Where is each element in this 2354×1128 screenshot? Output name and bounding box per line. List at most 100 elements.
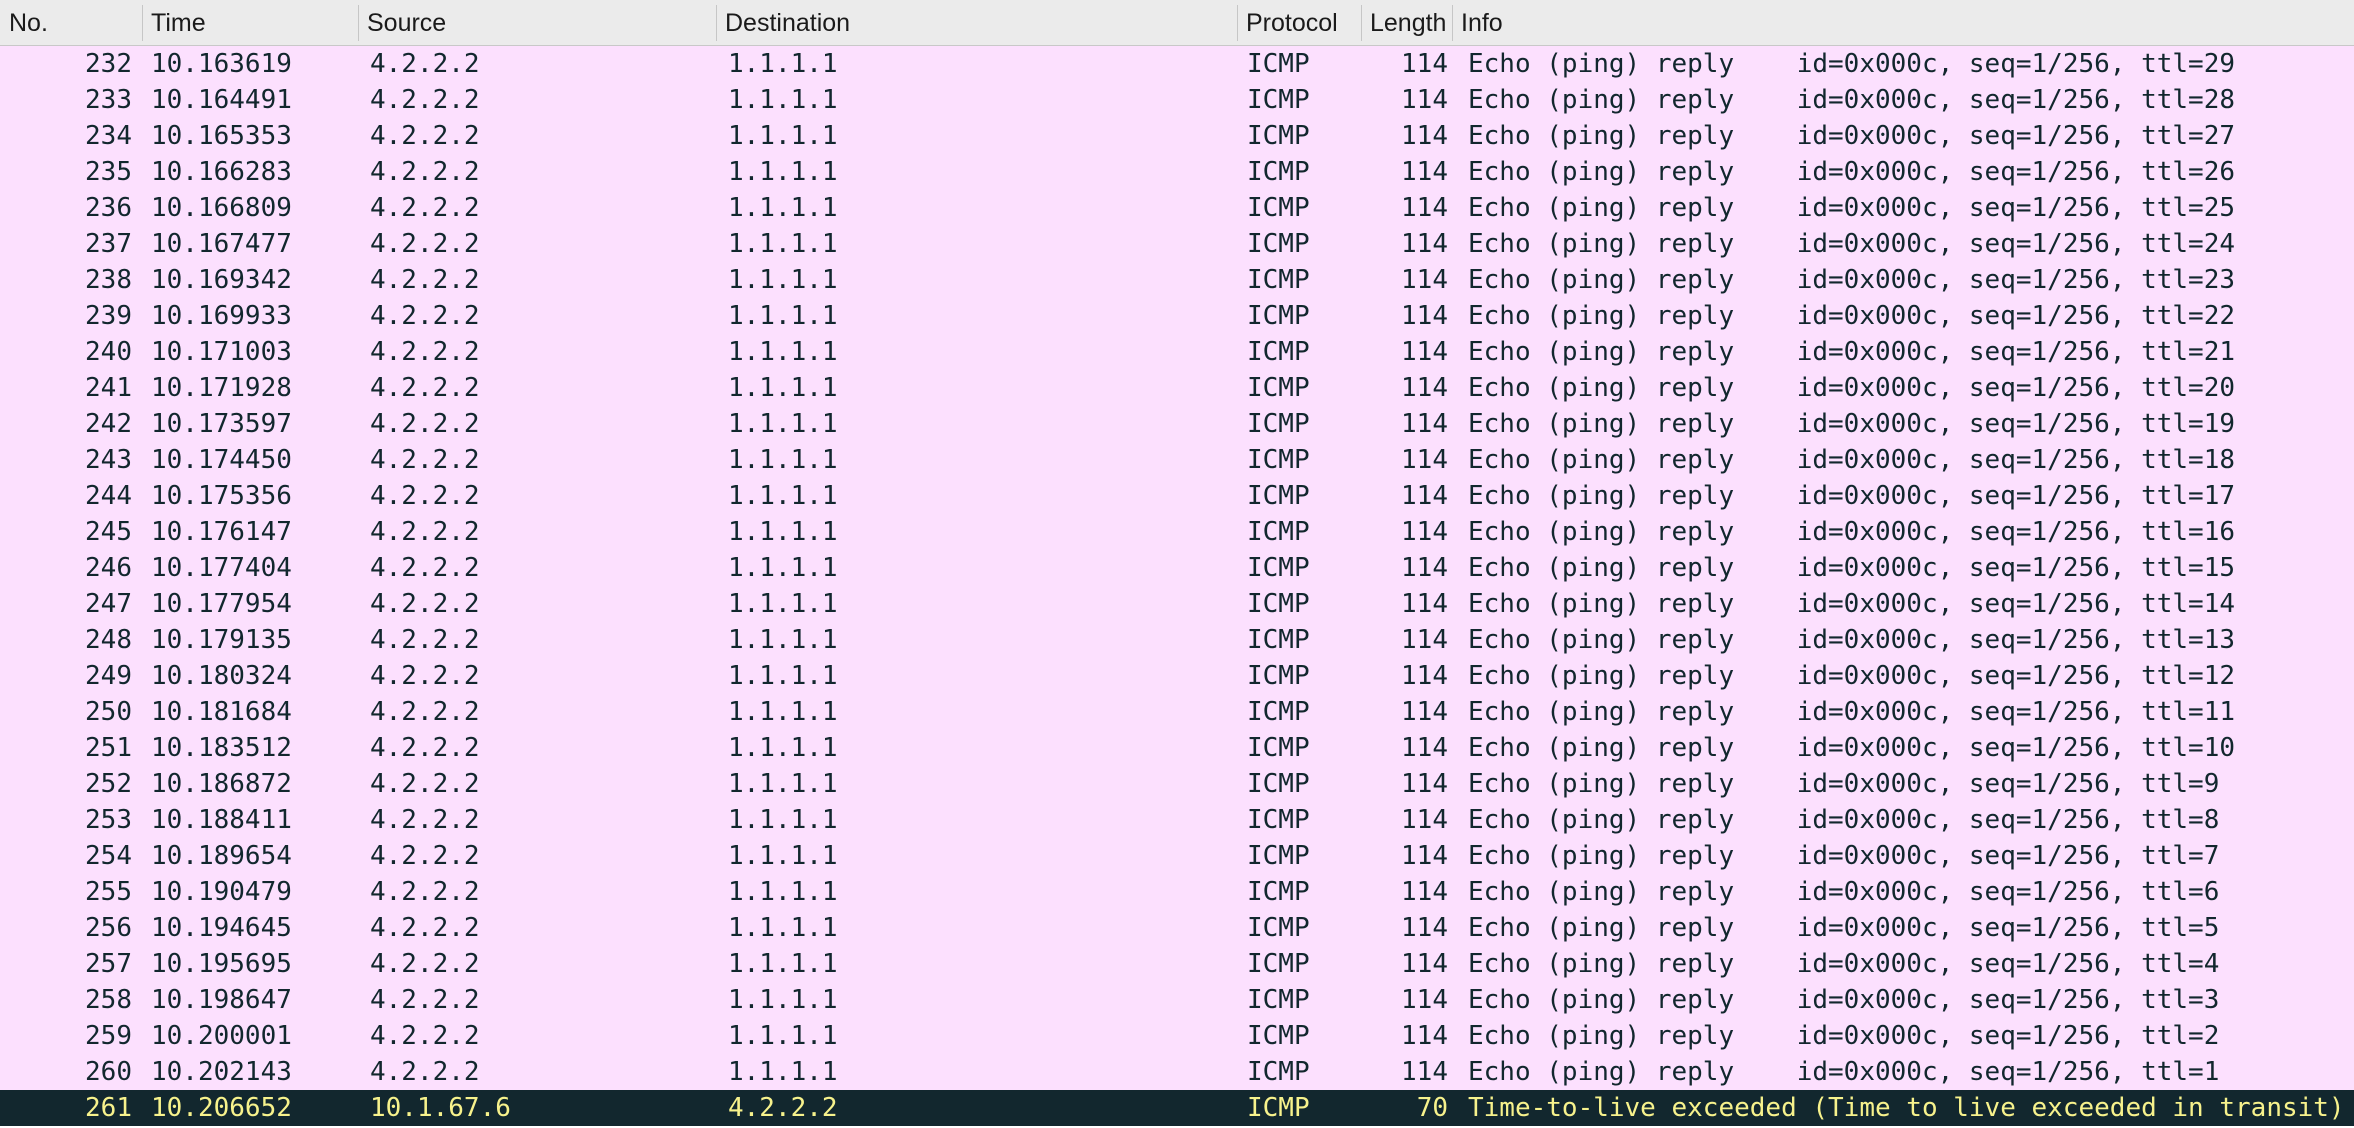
- packet-number: 241: [85, 373, 132, 403]
- table-row[interactable]: 251 10.183512 4.2.2.2 1.1.1.1 ICMP 114 Echo (p…: [0, 730, 2354, 766]
- packet-destination: 1.1.1.1: [728, 1021, 838, 1051]
- packet-time: 10.176147: [151, 517, 292, 547]
- packet-destination: 1.1.1.1: [728, 805, 838, 835]
- packet-protocol: ICMP: [1247, 1021, 1310, 1051]
- packet-list[interactable]: No. Time Source Destination Protocol Len…: [0, 0, 2354, 1128]
- table-row[interactable]: 232 10.163619 4.2.2.2 1.1.1.1 ICMP 114 Echo (p…: [0, 46, 2354, 82]
- packet-length: 114: [1401, 1021, 1448, 1051]
- table-row[interactable]: 237 10.167477 4.2.2.2 1.1.1.1 ICMP 114 Echo (p…: [0, 226, 2354, 262]
- table-row[interactable]: 234 10.165353 4.2.2.2 1.1.1.1 ICMP 114 Echo (p…: [0, 118, 2354, 154]
- packet-info: Echo (ping) reply id=0x000c, seq=1/256, …: [1468, 1021, 2220, 1051]
- packet-protocol: ICMP: [1247, 589, 1310, 619]
- packet-destination: 1.1.1.1: [728, 265, 838, 295]
- table-row[interactable]: 249 10.180324 4.2.2.2 1.1.1.1 ICMP 114 Echo (p…: [0, 658, 2354, 694]
- packet-time: 10.179135: [151, 625, 292, 655]
- packet-protocol: ICMP: [1247, 625, 1310, 655]
- packet-time: 10.163619: [151, 49, 292, 79]
- packet-length: 114: [1401, 121, 1448, 151]
- table-row[interactable]: 253 10.188411 4.2.2.2 1.1.1.1 ICMP 114 Echo (p…: [0, 802, 2354, 838]
- packet-info: Echo (ping) reply id=0x000c, seq=1/256, …: [1468, 337, 2236, 367]
- table-row-selected[interactable]: 261 10.206652 10.1.67.6 4.2.2.2 ICMP 70 Time-t…: [0, 1090, 2354, 1126]
- packet-source: 4.2.2.2: [370, 481, 480, 511]
- packet-info: Echo (ping) reply id=0x000c, seq=1/256, …: [1468, 85, 2236, 115]
- column-header-no[interactable]: No.: [0, 0, 142, 46]
- table-row[interactable]: 240 10.171003 4.2.2.2 1.1.1.1 ICMP 114 Echo (p…: [0, 334, 2354, 370]
- packet-protocol: ICMP: [1247, 553, 1310, 583]
- packet-time: 10.188411: [151, 805, 292, 835]
- packet-info: Echo (ping) reply id=0x000c, seq=1/256, …: [1468, 769, 2220, 799]
- column-header-time[interactable]: Time: [142, 0, 358, 46]
- packet-source: 4.2.2.2: [370, 733, 480, 763]
- packet-destination: 1.1.1.1: [728, 157, 838, 187]
- packet-destination: 1.1.1.1: [728, 373, 838, 403]
- packet-number: 236: [85, 193, 132, 223]
- packet-info: Echo (ping) reply id=0x000c, seq=1/256, …: [1468, 193, 2236, 223]
- packet-rows: 232 10.163619 4.2.2.2 1.1.1.1 ICMP 114 Echo (p…: [0, 46, 2354, 1128]
- packet-info: Echo (ping) reply id=0x000c, seq=1/256, …: [1468, 49, 2236, 79]
- packet-info: Echo (ping) reply id=0x000c, seq=1/256, …: [1468, 157, 2236, 187]
- table-row[interactable]: 259 10.200001 4.2.2.2 1.1.1.1 ICMP 114 Echo (p…: [0, 1018, 2354, 1054]
- packet-protocol: ICMP: [1247, 265, 1310, 295]
- table-row[interactable]: 252 10.186872 4.2.2.2 1.1.1.1 ICMP 114 Echo (p…: [0, 766, 2354, 802]
- table-row[interactable]: 260 10.202143 4.2.2.2 1.1.1.1 ICMP 114 Echo (p…: [0, 1054, 2354, 1090]
- packet-source: 4.2.2.2: [370, 769, 480, 799]
- packet-time: 10.195695: [151, 949, 292, 979]
- table-row[interactable]: 236 10.166809 4.2.2.2 1.1.1.1 ICMP 114 Echo (p…: [0, 190, 2354, 226]
- table-row[interactable]: 250 10.181684 4.2.2.2 1.1.1.1 ICMP 114 Echo (p…: [0, 694, 2354, 730]
- table-row[interactable]: 247 10.177954 4.2.2.2 1.1.1.1 ICMP 114 Echo (p…: [0, 586, 2354, 622]
- packet-info: Echo (ping) reply id=0x000c, seq=1/256, …: [1468, 877, 2220, 907]
- column-header-source[interactable]: Source: [358, 0, 716, 46]
- table-row[interactable]: 239 10.169933 4.2.2.2 1.1.1.1 ICMP 114 Echo (p…: [0, 298, 2354, 334]
- packet-protocol: ICMP: [1247, 337, 1310, 367]
- packet-source: 4.2.2.2: [370, 1057, 480, 1087]
- packet-length: 114: [1401, 913, 1448, 943]
- packet-time: 10.189654: [151, 841, 292, 871]
- packet-source: 4.2.2.2: [370, 517, 480, 547]
- packet-protocol: ICMP: [1247, 877, 1310, 907]
- packet-protocol: ICMP: [1247, 121, 1310, 151]
- table-row[interactable]: 246 10.177404 4.2.2.2 1.1.1.1 ICMP 114 Echo (p…: [0, 550, 2354, 586]
- packet-destination: 1.1.1.1: [728, 337, 838, 367]
- packet-protocol: ICMP: [1247, 229, 1310, 259]
- table-row[interactable]: 255 10.190479 4.2.2.2 1.1.1.1 ICMP 114 Echo (p…: [0, 874, 2354, 910]
- table-row[interactable]: 258 10.198647 4.2.2.2 1.1.1.1 ICMP 114 Echo (p…: [0, 982, 2354, 1018]
- packet-time: 10.169342: [151, 265, 292, 295]
- table-row[interactable]: 248 10.179135 4.2.2.2 1.1.1.1 ICMP 114 Echo (p…: [0, 622, 2354, 658]
- packet-length: 114: [1401, 517, 1448, 547]
- packet-source: 4.2.2.2: [370, 949, 480, 979]
- packet-source: 4.2.2.2: [370, 409, 480, 439]
- packet-number: 254: [85, 841, 132, 871]
- packet-destination: 1.1.1.1: [728, 229, 838, 259]
- packet-number: 238: [85, 265, 132, 295]
- table-row[interactable]: 235 10.166283 4.2.2.2 1.1.1.1 ICMP 114 Echo (p…: [0, 154, 2354, 190]
- packet-protocol: ICMP: [1247, 85, 1310, 115]
- column-header-length[interactable]: Length: [1361, 0, 1452, 46]
- table-row[interactable]: 257 10.195695 4.2.2.2 1.1.1.1 ICMP 114 Echo (p…: [0, 946, 2354, 982]
- packet-number: 250: [85, 697, 132, 727]
- table-row[interactable]: 241 10.171928 4.2.2.2 1.1.1.1 ICMP 114 Echo (p…: [0, 370, 2354, 406]
- packet-length: 114: [1401, 985, 1448, 1015]
- packet-source: 4.2.2.2: [370, 445, 480, 475]
- table-row[interactable]: 242 10.173597 4.2.2.2 1.1.1.1 ICMP 114 Echo (p…: [0, 406, 2354, 442]
- packet-number: 240: [85, 337, 132, 367]
- packet-number: 237: [85, 229, 132, 259]
- table-row[interactable]: 254 10.189654 4.2.2.2 1.1.1.1 ICMP 114 Echo (p…: [0, 838, 2354, 874]
- table-row[interactable]: 244 10.175356 4.2.2.2 1.1.1.1 ICMP 114 Echo (p…: [0, 478, 2354, 514]
- packet-time: 10.186872: [151, 769, 292, 799]
- packet-number: 232: [85, 49, 132, 79]
- packet-protocol: ICMP: [1247, 949, 1310, 979]
- packet-number: 247: [85, 589, 132, 619]
- table-row[interactable]: 243 10.174450 4.2.2.2 1.1.1.1 ICMP 114 Echo (p…: [0, 442, 2354, 478]
- table-row[interactable]: 238 10.169342 4.2.2.2 1.1.1.1 ICMP 114 Echo (p…: [0, 262, 2354, 298]
- packet-length: 114: [1401, 661, 1448, 691]
- table-row[interactable]: 256 10.194645 4.2.2.2 1.1.1.1 ICMP 114 Echo (p…: [0, 910, 2354, 946]
- column-header-info[interactable]: Info: [1452, 0, 2354, 46]
- packet-source: 4.2.2.2: [370, 373, 480, 403]
- packet-protocol: ICMP: [1247, 913, 1310, 943]
- packet-number: 239: [85, 301, 132, 331]
- table-row[interactable]: 245 10.176147 4.2.2.2 1.1.1.1 ICMP 114 Echo (p…: [0, 514, 2354, 550]
- table-row[interactable]: 233 10.164491 4.2.2.2 1.1.1.1 ICMP 114 Echo (p…: [0, 82, 2354, 118]
- packet-destination: 1.1.1.1: [728, 121, 838, 151]
- column-header-protocol[interactable]: Protocol: [1237, 0, 1361, 46]
- column-header-destination[interactable]: Destination: [716, 0, 1237, 46]
